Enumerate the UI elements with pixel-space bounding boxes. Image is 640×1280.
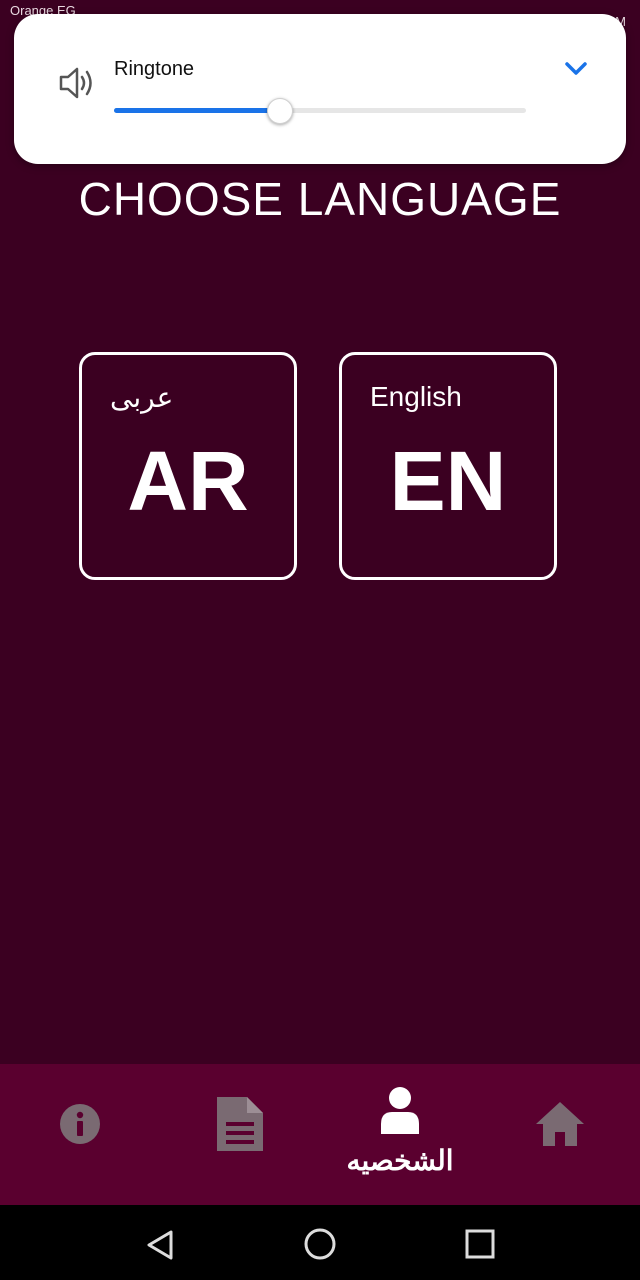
volume-panel: Ringtone: [14, 14, 626, 164]
profile-icon: [381, 1087, 419, 1134]
english-language-name: English: [370, 381, 462, 412]
volume-slider[interactable]: [114, 98, 526, 124]
english-language-code: EN: [389, 434, 507, 528]
home-icon: [536, 1102, 584, 1146]
page-title: CHOOSE LANGUAGE: [78, 173, 562, 225]
arabic-language-button[interactable]: عربى AR: [79, 352, 297, 580]
speaker-icon[interactable]: [58, 65, 96, 101]
info-icon: [60, 1104, 100, 1144]
nav-item-home[interactable]: [480, 1064, 640, 1205]
bottom-navigation: الشخصيه: [0, 1064, 640, 1205]
english-language-button[interactable]: English EN: [339, 352, 557, 580]
nav-item-document[interactable]: [160, 1064, 320, 1205]
nav-item-info[interactable]: [0, 1064, 160, 1205]
recents-icon[interactable]: [464, 1228, 496, 1260]
arabic-language-code: AR: [127, 434, 249, 528]
volume-slider-thumb[interactable]: [266, 98, 293, 124]
nav-item-profile[interactable]: الشخصيه: [320, 1064, 480, 1205]
system-navigation-bar: [0, 1205, 640, 1280]
chevron-down-icon[interactable]: [562, 58, 590, 80]
back-icon[interactable]: [145, 1229, 175, 1261]
document-icon: [217, 1097, 263, 1151]
nav-label-profile: الشخصيه: [346, 1145, 454, 1176]
home-circle-icon[interactable]: [303, 1227, 337, 1261]
volume-slider-fill: [114, 108, 279, 113]
volume-stream-label: Ringtone: [114, 58, 195, 80]
arabic-language-name: عربى: [110, 382, 174, 413]
